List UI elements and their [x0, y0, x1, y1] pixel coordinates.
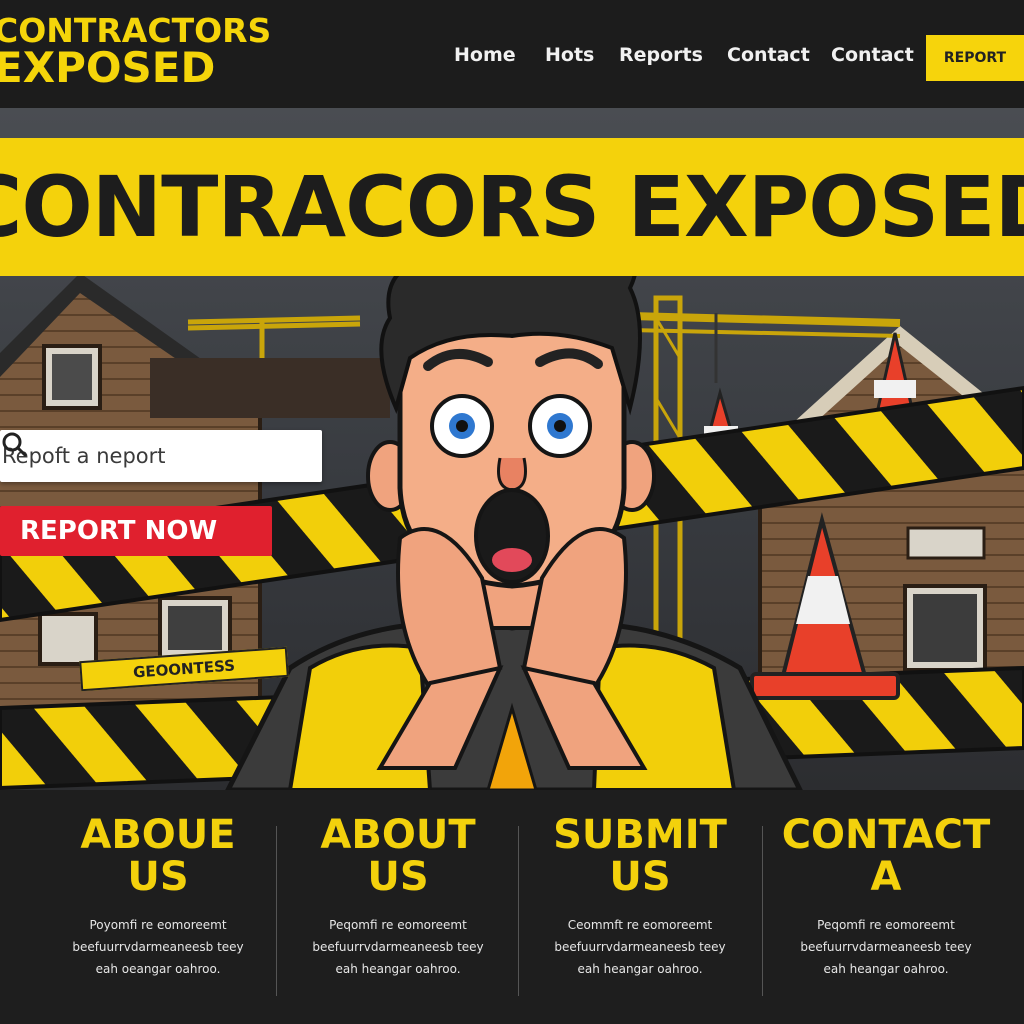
search-input[interactable] — [0, 430, 270, 482]
nav-link-hots[interactable]: Hots — [545, 44, 594, 66]
nav-link-home[interactable]: Home — [454, 44, 516, 66]
card-about-2[interactable]: ABOUT US Peqomfi re eomoreemt beefuurrvd… — [280, 790, 516, 1024]
hero-banner: CONTRACORS EXPOSED — [0, 138, 1024, 276]
card-submit[interactable]: SUBMIT US Ceommft re eomoreemt beefuurrv… — [522, 790, 758, 1024]
report-button[interactable]: REPORT — [926, 35, 1024, 81]
divider — [276, 826, 277, 996]
card-body: Peqomfi re eomoreemt beefuurrvdarmeanees… — [312, 918, 484, 976]
card-title-line-1: ABOUE — [80, 812, 236, 858]
hero-section: CONTRACORS EXPOSED REPORT NOW GEOONTESS — [0, 108, 1024, 790]
search-bar — [0, 430, 322, 482]
nav-link-contact-2[interactable]: Contact — [831, 44, 914, 66]
nav-links: Home Hots Reports Contact Contact — [0, 44, 1024, 74]
divider — [762, 826, 763, 996]
card-title-line-2: US — [609, 854, 671, 900]
top-navbar: CONTRACTORS EXPOSED Home Hots Reports Co… — [0, 0, 1024, 108]
nav-link-reports[interactable]: Reports — [619, 44, 703, 66]
crane-left — [187, 315, 361, 358]
card-title: SUBMIT US — [522, 814, 758, 898]
card-about-1[interactable]: ABOUE US Poyomfi re eomoreemt beefuurrvd… — [40, 790, 276, 1024]
search-icon[interactable] — [0, 430, 28, 458]
card-body: Poyomfi re eomoreemt beefuurrvdarmeanees… — [72, 918, 244, 976]
card-title-line-2: US — [127, 854, 189, 900]
card-title-line-2: A — [870, 854, 902, 900]
card-title: ABOUT US — [280, 814, 516, 898]
card-title-line-2: US — [367, 854, 429, 900]
info-cards: ABOUE US Poyomfi re eomoreemt beefuurrvd… — [0, 790, 1024, 1024]
card-title-line-1: ABOUT — [320, 812, 476, 858]
card-title: CONTACT A — [768, 814, 1004, 898]
card-title-line-1: CONTACT — [781, 812, 991, 858]
nav-link-contact[interactable]: Contact — [727, 44, 810, 66]
card-title: ABOUE US — [40, 814, 276, 898]
card-body: Peqomfi re eomoreemt beefuurrvdarmeanees… — [800, 918, 972, 976]
hero-title: CONTRACORS EXPOSED — [0, 158, 1024, 256]
report-now-button[interactable]: REPORT NOW — [0, 506, 272, 556]
card-body: Ceommft re eomoreemt beefuurrvdarmeanees… — [554, 918, 726, 976]
card-title-line-1: SUBMIT — [553, 812, 727, 858]
card-contact[interactable]: CONTACT A Peqomfi re eomoreemt beefuurrv… — [768, 790, 1004, 1024]
divider — [518, 826, 519, 996]
